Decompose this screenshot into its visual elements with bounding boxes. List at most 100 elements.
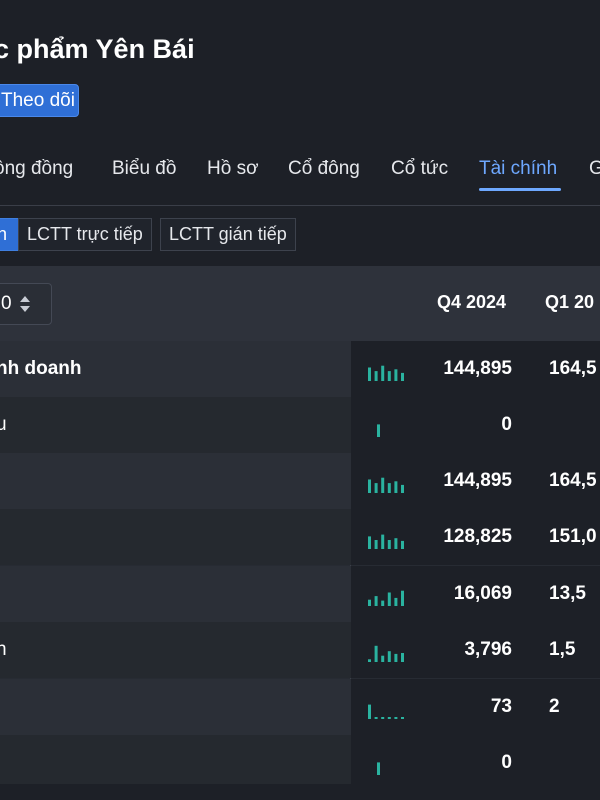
sparkline-bar xyxy=(401,590,404,606)
sparkline-bar xyxy=(377,762,380,775)
sparkline-bar xyxy=(394,481,398,493)
row-label-cell xyxy=(0,566,351,622)
tab-financials[interactable]: Tài chính xyxy=(479,158,557,180)
table-row[interactable]: 128,825 151,0 xyxy=(0,509,600,565)
sparkline-bar xyxy=(401,717,404,719)
value-q1: 2 xyxy=(549,696,560,717)
row-values-cell: 144,895 164,5 xyxy=(411,453,600,509)
sparkline-bar xyxy=(401,484,404,493)
value-q4-2024: 3,796 xyxy=(464,639,512,660)
tab-shareholders[interactable]: Cổ đông xyxy=(288,158,360,180)
row-values-cell: 73 2 xyxy=(411,679,600,735)
sparkline-bar xyxy=(381,600,385,606)
row-label-cell xyxy=(0,679,351,735)
sparkline-bar xyxy=(368,659,371,662)
sparkline-chart xyxy=(368,534,404,549)
table-row[interactable]: n 3,796 1,5 xyxy=(0,622,600,678)
row-label: nh doanh xyxy=(0,358,82,379)
sparkline-bar xyxy=(374,596,378,606)
sparkline-cell xyxy=(351,566,411,622)
sparkline-bar xyxy=(387,592,391,606)
sparkline-cell xyxy=(351,341,411,397)
value-q4-2024: 0 xyxy=(501,752,512,773)
active-tab-indicator xyxy=(479,188,561,191)
sparkline-bar xyxy=(374,371,378,381)
sparkline-chart xyxy=(368,365,404,381)
table-header: 0 Q4 2024 Q1 20 xyxy=(0,266,600,341)
table-row[interactable]: 0 xyxy=(0,735,600,784)
tab-profile[interactable]: Hồ sơ xyxy=(207,158,259,180)
sparkline-bar xyxy=(368,479,371,493)
period-select[interactable]: 0 xyxy=(0,283,52,325)
sparkline-bar xyxy=(374,717,378,719)
subtab-indirect-cashflow[interactable]: LCTT gián tiếp xyxy=(160,218,296,251)
sparkline-chart xyxy=(368,704,404,719)
tab-community[interactable]: ộng đồng xyxy=(0,158,73,180)
sparkline-bar xyxy=(394,653,398,662)
sparkline-chart xyxy=(368,645,404,662)
table-row[interactable]: u0 xyxy=(0,397,600,453)
tab-more[interactable]: G xyxy=(589,158,600,180)
sparkline-cell xyxy=(351,679,411,735)
sparkline-bar xyxy=(387,651,391,662)
sparkline-bar xyxy=(387,483,391,493)
sparkline-bar xyxy=(368,704,371,719)
value-q4-2024: 128,825 xyxy=(443,526,512,547)
row-values-cell: 128,825 151,0 xyxy=(411,509,600,565)
tab-chart[interactable]: Biểu đồ xyxy=(112,158,176,180)
value-q1: 1,5 xyxy=(549,639,576,660)
row-label-cell: n xyxy=(0,622,351,678)
row-values-cell: 144,895 164,5 xyxy=(411,341,600,397)
sparkline-bar xyxy=(381,717,385,719)
row-values-cell: 0 xyxy=(411,397,600,453)
sparkline-chart xyxy=(377,762,380,775)
table-row[interactable]: 144,895 164,5 xyxy=(0,453,600,509)
sparkline-bar xyxy=(374,645,378,662)
row-label-cell xyxy=(0,453,351,509)
row-values-cell: 0 xyxy=(411,735,600,784)
table-row[interactable]: nh doanh 144,895 164,5 xyxy=(0,341,600,397)
sparkline-bar xyxy=(387,371,391,381)
subtab-income-statement[interactable]: h xyxy=(0,218,19,251)
sparkline-cell xyxy=(351,453,411,509)
sparkline-cell xyxy=(351,622,411,678)
sparkline-bar xyxy=(381,365,385,381)
row-label: n xyxy=(0,639,7,660)
sparkline-bar xyxy=(374,483,378,493)
row-label-cell: u xyxy=(0,397,351,453)
sparkline-bar xyxy=(368,599,371,606)
row-label-cell: nh doanh xyxy=(0,341,351,397)
sparkline-chart xyxy=(377,424,380,437)
sparkline-bar xyxy=(381,477,385,493)
sparkline-bar xyxy=(368,367,371,381)
value-q4-2024: 73 xyxy=(490,696,512,717)
value-q4-2024: 16,069 xyxy=(453,583,512,604)
bottom-bar xyxy=(0,784,600,800)
table-row[interactable]: 16,069 13,5 xyxy=(0,566,600,622)
follow-button[interactable]: Theo dõi xyxy=(0,84,79,117)
page-title: c phẩm Yên Bái xyxy=(0,34,195,64)
sparkline-cell xyxy=(351,735,411,784)
sparkline-cell xyxy=(351,397,411,453)
value-q4-2024: 144,895 xyxy=(443,358,512,379)
subtab-direct-cashflow[interactable]: LCTT trực tiếp xyxy=(18,218,152,251)
value-q4-2024: 144,895 xyxy=(443,470,512,491)
row-label: u xyxy=(0,414,7,435)
sort-arrows-icon xyxy=(20,296,30,312)
tab-dividends[interactable]: Cổ tức xyxy=(391,158,448,180)
row-values-cell: 16,069 13,5 xyxy=(411,566,600,622)
row-label-cell xyxy=(0,735,351,784)
sparkline-bar xyxy=(374,540,378,549)
sparkline-bar xyxy=(387,717,391,719)
sparkline-chart xyxy=(368,590,404,606)
value-q1: 164,5 xyxy=(549,358,597,379)
table-row[interactable]: 73 2 xyxy=(0,679,600,735)
value-q1: 13,5 xyxy=(549,583,586,604)
value-q4-2024: 0 xyxy=(501,414,512,435)
sparkline-chart xyxy=(368,477,404,493)
sparkline-cell xyxy=(351,509,411,565)
sparkline-bar xyxy=(381,534,385,549)
financial-table: 0 Q4 2024 Q1 20 nh doanh 144,895 164,5 u 0 14… xyxy=(0,266,600,784)
sparkline-bar xyxy=(394,538,398,549)
period-select-value: 0 xyxy=(1,293,12,314)
